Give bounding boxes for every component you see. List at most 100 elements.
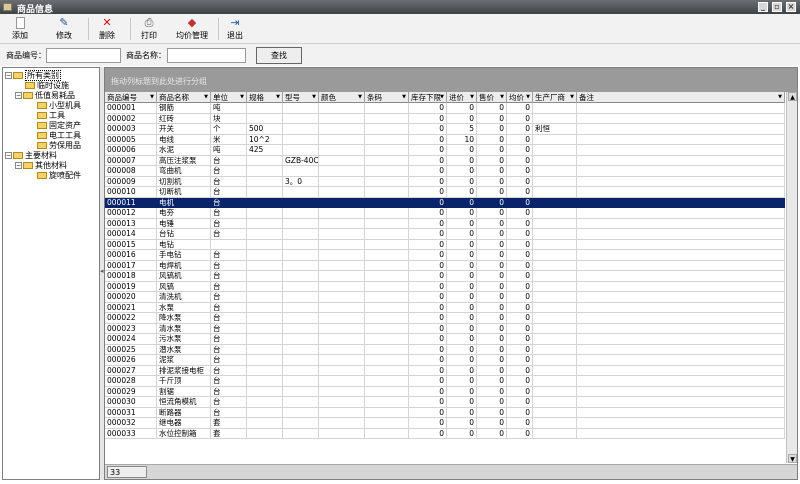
cell-unit[interactable]: 台 [211, 355, 247, 366]
cell-manufacturer[interactable] [533, 355, 577, 366]
table-row[interactable]: 000013 电锤台 0 0 0 0 [105, 218, 785, 229]
cell-name[interactable]: 恒流角模机 [157, 397, 211, 408]
cell-purchase-price[interactable]: 0 [447, 208, 477, 219]
cell-code[interactable]: 000016 [105, 250, 157, 261]
cell-barcode[interactable] [365, 302, 409, 313]
cell-code[interactable]: 000028 [105, 376, 157, 387]
cell-model[interactable] [283, 323, 319, 334]
cell-spec[interactable] [247, 239, 283, 250]
cell-name[interactable]: 台钻 [157, 229, 211, 240]
cell-name[interactable]: 钢筋 [157, 103, 211, 114]
collapse-icon[interactable]: − [15, 162, 22, 169]
cell-name[interactable]: 手电钻 [157, 250, 211, 261]
cell-manufacturer[interactable] [533, 323, 577, 334]
cell-avg-price[interactable]: 0 [507, 428, 533, 439]
cell-code[interactable]: 000013 [105, 218, 157, 229]
cell-purchase-price[interactable]: 0 [447, 323, 477, 334]
cell-code[interactable]: 000009 [105, 176, 157, 187]
product-code-input[interactable] [46, 48, 121, 63]
cell-barcode[interactable] [365, 292, 409, 303]
cell-spec[interactable] [247, 176, 283, 187]
cell-name[interactable]: 电锤 [157, 218, 211, 229]
cell-barcode[interactable] [365, 155, 409, 166]
cell-barcode[interactable] [365, 407, 409, 418]
cell-unit[interactable]: 台 [211, 260, 247, 271]
cell-color[interactable] [319, 155, 365, 166]
cell-code[interactable]: 000027 [105, 365, 157, 376]
cell-barcode[interactable] [365, 281, 409, 292]
cell-stock-min[interactable]: 0 [409, 145, 447, 156]
cell-model[interactable] [283, 302, 319, 313]
cell-purchase-price[interactable]: 0 [447, 397, 477, 408]
cell-purchase-price[interactable]: 0 [447, 239, 477, 250]
cell-avg-price[interactable]: 0 [507, 134, 533, 145]
cell-unit[interactable]: 台 [211, 250, 247, 261]
cell-remark[interactable] [577, 365, 785, 376]
cell-remark[interactable] [577, 271, 785, 282]
table-row[interactable]: 000018 风镐机台 0 0 0 0 [105, 271, 785, 282]
cell-stock-min[interactable]: 0 [409, 302, 447, 313]
cell-code[interactable]: 000023 [105, 323, 157, 334]
cell-sale-price[interactable]: 0 [477, 113, 507, 124]
vertical-scrollbar[interactable]: ▲ ▼ [786, 92, 797, 463]
cell-purchase-price[interactable]: 0 [447, 344, 477, 355]
cell-barcode[interactable] [365, 418, 409, 429]
cell-sale-price[interactable]: 0 [477, 418, 507, 429]
cell-name[interactable]: 切割机 [157, 176, 211, 187]
cell-barcode[interactable] [365, 250, 409, 261]
table-row[interactable]: 000025 潜水泵台 0 0 0 0 [105, 344, 785, 355]
cell-sale-price[interactable]: 0 [477, 407, 507, 418]
edit-button[interactable]: ✎ 修改 [50, 15, 78, 43]
cell-sale-price[interactable]: 0 [477, 302, 507, 313]
cell-unit[interactable]: 台 [211, 271, 247, 282]
cell-remark[interactable] [577, 418, 785, 429]
cell-stock-min[interactable]: 0 [409, 323, 447, 334]
cell-code[interactable]: 000018 [105, 271, 157, 282]
table-row[interactable]: 000010 切断机台 0 0 0 0 [105, 187, 785, 198]
cell-unit[interactable]: 台 [211, 197, 247, 208]
cell-barcode[interactable] [365, 344, 409, 355]
column-header-manufacturer[interactable]: 生产厂商 ▼ [533, 92, 577, 103]
cell-sale-price[interactable]: 0 [477, 239, 507, 250]
cell-avg-price[interactable]: 0 [507, 344, 533, 355]
cell-stock-min[interactable]: 0 [409, 166, 447, 177]
cell-spec[interactable] [247, 229, 283, 240]
cell-model[interactable] [283, 218, 319, 229]
cell-sale-price[interactable]: 0 [477, 124, 507, 135]
cell-code[interactable]: 000033 [105, 428, 157, 439]
cell-name[interactable]: 水泥 [157, 145, 211, 156]
cell-unit[interactable]: 台 [211, 323, 247, 334]
cell-code[interactable]: 000032 [105, 418, 157, 429]
cell-model[interactable] [283, 260, 319, 271]
cell-stock-min[interactable]: 0 [409, 355, 447, 366]
filter-dropdown-icon[interactable]: ▼ [401, 94, 407, 100]
cell-color[interactable] [319, 134, 365, 145]
table-row[interactable]: 000026 泥浆台 0 0 0 0 [105, 355, 785, 366]
cell-stock-min[interactable]: 0 [409, 134, 447, 145]
cell-sale-price[interactable]: 0 [477, 134, 507, 145]
cell-purchase-price[interactable]: 0 [447, 155, 477, 166]
table-row[interactable]: 000014 台钻台 0 0 0 0 [105, 229, 785, 240]
cell-name[interactable]: 断路器 [157, 407, 211, 418]
cell-name[interactable]: 电机 [157, 197, 211, 208]
cell-remark[interactable] [577, 313, 785, 324]
cell-avg-price[interactable]: 0 [507, 103, 533, 114]
cell-color[interactable] [319, 229, 365, 240]
table-row[interactable]: 000003 开关个 500 0 5 0 0 利恒 [105, 124, 785, 135]
cell-sale-price[interactable]: 0 [477, 166, 507, 177]
cell-stock-min[interactable]: 0 [409, 197, 447, 208]
cell-avg-price[interactable]: 0 [507, 313, 533, 324]
cell-model[interactable] [283, 428, 319, 439]
cell-model[interactable] [283, 229, 319, 240]
cell-code[interactable]: 000005 [105, 134, 157, 145]
cell-sale-price[interactable]: 0 [477, 103, 507, 114]
column-header-barcode[interactable]: 条码 ▼ [365, 92, 409, 103]
cell-purchase-price[interactable]: 0 [447, 334, 477, 345]
cell-model[interactable] [283, 376, 319, 387]
cell-remark[interactable] [577, 292, 785, 303]
cell-manufacturer[interactable] [533, 250, 577, 261]
cell-stock-min[interactable]: 0 [409, 334, 447, 345]
cell-sale-price[interactable]: 0 [477, 260, 507, 271]
cell-name[interactable]: 继电器 [157, 418, 211, 429]
cell-purchase-price[interactable]: 0 [447, 428, 477, 439]
